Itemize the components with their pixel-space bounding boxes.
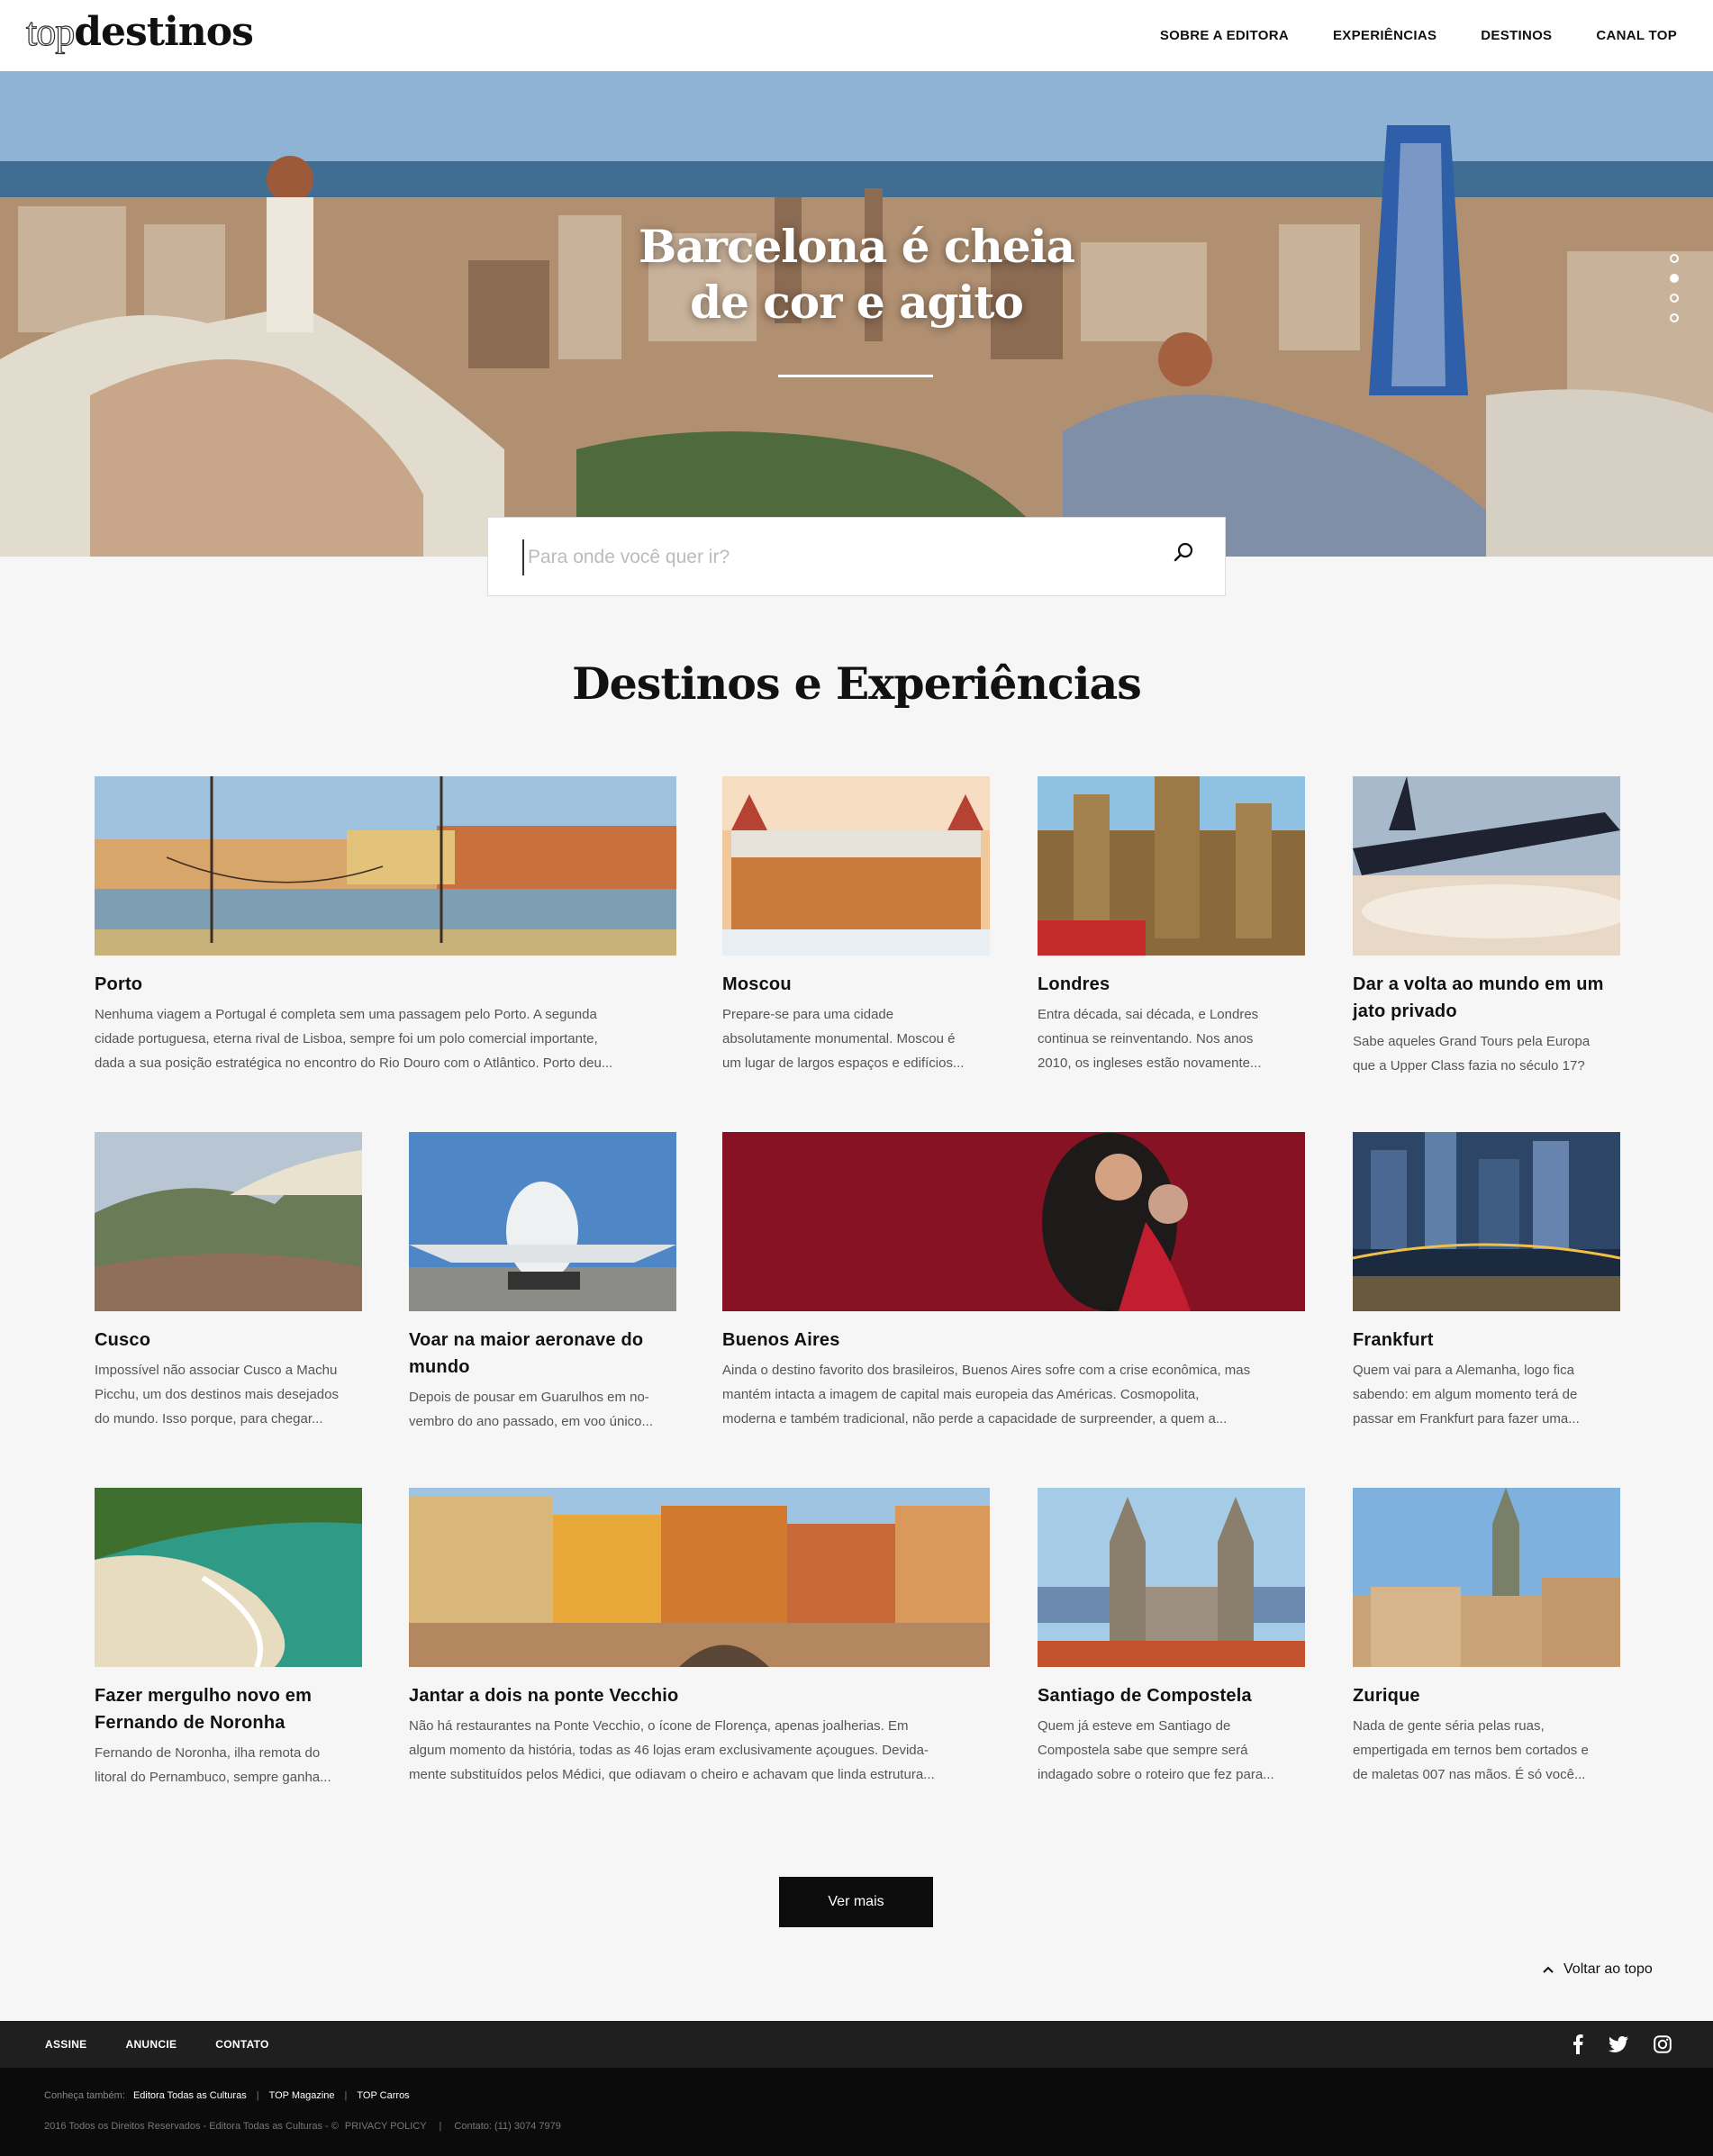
- card-image-noronha[interactable]: [95, 1488, 362, 1667]
- card-image-moscou[interactable]: [722, 776, 990, 956]
- card-desc: Nada de gente séria pelas ruas, empertig…: [1353, 1718, 1589, 1782]
- logo-top-text: top: [25, 9, 75, 54]
- card-desc: Sabe aqueles Grand Tours pela Europa que…: [1353, 1034, 1591, 1073]
- card-image-ponte-vecchio[interactable]: [409, 1488, 990, 1667]
- card-title[interactable]: Moscou: [722, 971, 990, 998]
- nav-experiencias[interactable]: EXPERIÊNCIAS: [1333, 28, 1437, 43]
- card-desc: Depois de pousar em Guarulhos em no- vem…: [409, 1390, 653, 1429]
- card-londres[interactable]: Londres Entra década, sai década, e Lond…: [1038, 776, 1305, 1075]
- card-image-aeronave[interactable]: [409, 1132, 676, 1311]
- nav-sobre-a-editora[interactable]: SOBRE A EDITORA: [1160, 28, 1289, 43]
- search-icon[interactable]: [1173, 541, 1194, 563]
- card-aeronave[interactable]: Voar na maior aeronave do mundo Depois d…: [409, 1132, 676, 1434]
- site-header: top destinos SOBRE A EDITORA EXPERIÊNCIAS…: [0, 0, 1713, 71]
- card-image-londres[interactable]: [1038, 776, 1305, 956]
- card-image-cusco[interactable]: [95, 1132, 362, 1311]
- card-moscou[interactable]: Moscou Prepare-se para uma cidade absolu…: [722, 776, 990, 1075]
- facebook-icon[interactable]: [1573, 2034, 1583, 2054]
- card-title[interactable]: Santiago de Compostela: [1038, 1682, 1305, 1709]
- footer-link-contato[interactable]: CONTATO: [215, 2038, 268, 2051]
- nav-canal-top[interactable]: CANAL TOP: [1596, 28, 1677, 43]
- main-nav: SOBRE A EDITORA EXPERIÊNCIAS DESTINOS CA…: [1160, 0, 1677, 71]
- footer-also-row: Conheça também: Editora Todas as Cultura…: [44, 2090, 410, 2101]
- footer-link-assine[interactable]: ASSINE: [45, 2038, 86, 2051]
- footer-bottom-bar: Conheça também: Editora Todas as Cultura…: [0, 2068, 1713, 2156]
- hero-banner: Barcelona é cheia de cor e agito: [0, 71, 1713, 557]
- footer-contact: Contato: (11) 3074 7979: [454, 2121, 561, 2132]
- logo-destinos-text: destinos: [74, 9, 254, 55]
- card-title[interactable]: Voar na maior aeronave do mundo: [409, 1327, 676, 1381]
- card-image-porto[interactable]: [95, 776, 676, 956]
- footer-link-top-carros[interactable]: TOP Carros: [357, 2090, 409, 2101]
- twitter-icon[interactable]: [1609, 2036, 1628, 2052]
- card-desc: Nenhuma viagem a Portugal é completa sem…: [95, 1007, 613, 1071]
- card-title[interactable]: Londres: [1038, 971, 1305, 998]
- site-logo[interactable]: top destinos: [25, 9, 254, 59]
- footer-link-top-magazine[interactable]: TOP Magazine: [269, 2090, 335, 2101]
- card-title[interactable]: Jantar a dois na ponte Vecchio: [409, 1682, 990, 1709]
- chevron-up-icon: [1543, 1966, 1554, 1973]
- slider-dot-1[interactable]: [1670, 254, 1679, 263]
- instagram-icon[interactable]: [1654, 2035, 1672, 2053]
- card-title[interactable]: Frankfurt: [1353, 1327, 1620, 1354]
- card-santiago[interactable]: Santiago de Compostela Quem já esteve em…: [1038, 1488, 1305, 1787]
- card-desc: Quem vai para a Alemanha, logo fica sabe…: [1353, 1363, 1580, 1427]
- card-porto[interactable]: Porto Nenhuma viagem a Portugal é comple…: [95, 776, 676, 1075]
- card-image-jato[interactable]: [1353, 776, 1620, 956]
- search-box: [487, 517, 1226, 596]
- card-buenos-aires[interactable]: Buenos Aires Ainda o destino favorito do…: [722, 1132, 1305, 1431]
- card-frankfurt[interactable]: Frankfurt Quem vai para a Alemanha, logo…: [1353, 1132, 1620, 1431]
- search-input[interactable]: [522, 539, 1153, 575]
- card-noronha[interactable]: Fazer mergulho novo em Fernando de Noron…: [95, 1488, 362, 1789]
- footer-link-anuncie[interactable]: ANUNCIE: [125, 2038, 177, 2051]
- slider-dot-2[interactable]: [1670, 274, 1679, 283]
- nav-destinos[interactable]: DESTINOS: [1481, 28, 1552, 43]
- card-desc: Não há restaurantes na Ponte Vecchio, o …: [409, 1718, 935, 1782]
- card-title[interactable]: Dar a volta ao mundo em um jato privado: [1353, 971, 1620, 1025]
- back-to-top-link[interactable]: Voltar ao topo: [1542, 1961, 1653, 1978]
- card-desc: Impossível não associar Cusco a Machu Pi…: [95, 1363, 339, 1427]
- hero-title-line2: de cor e agito: [690, 276, 1024, 329]
- card-image-santiago[interactable]: [1038, 1488, 1305, 1667]
- card-cusco[interactable]: Cusco Impossível não associar Cusco a Ma…: [95, 1132, 362, 1431]
- card-desc: Quem já esteve em Santiago de Compostela…: [1038, 1718, 1274, 1782]
- section-title: Destinos e Experiências: [572, 657, 1142, 710]
- card-title[interactable]: Porto: [95, 971, 676, 998]
- card-desc: Prepare-se para uma cidade absolutamente…: [722, 1007, 965, 1071]
- card-ponte-vecchio[interactable]: Jantar a dois na ponte Vecchio Não há re…: [409, 1488, 990, 1787]
- hero-title: Barcelona é cheia de cor e agito: [586, 219, 1127, 331]
- card-desc: Entra década, sai década, e Londres cont…: [1038, 1007, 1262, 1071]
- slider-dots: [1670, 254, 1679, 322]
- back-to-top-label: Voltar ao topo: [1563, 1961, 1653, 1977]
- privacy-policy-link[interactable]: PRIVACY POLICY: [345, 2121, 426, 2132]
- card-desc: Ainda o destino favorito dos brasileiros…: [722, 1363, 1251, 1427]
- card-jato-privado[interactable]: Dar a volta ao mundo em um jato privado …: [1353, 776, 1620, 1078]
- card-title[interactable]: Zurique: [1353, 1682, 1620, 1709]
- card-image-zurique[interactable]: [1353, 1488, 1620, 1667]
- footer-copyright-row: 2016 Todos os Direitos Reservados - Edit…: [44, 2121, 561, 2132]
- card-desc: Fernando de Noronha, ilha remota do lito…: [95, 1745, 331, 1785]
- hero-divider: [778, 375, 933, 377]
- slider-dot-4[interactable]: [1670, 313, 1679, 322]
- card-image-frankfurt[interactable]: [1353, 1132, 1620, 1311]
- hero-title-line1: Barcelona é cheia: [639, 220, 1075, 273]
- footer-top-bar: ASSINE ANUNCIE CONTATO: [0, 2021, 1713, 2068]
- card-title[interactable]: Fazer mergulho novo em Fernando de Noron…: [95, 1682, 362, 1736]
- card-image-buenos-aires[interactable]: [722, 1132, 1305, 1311]
- social-links: [1573, 2021, 1672, 2068]
- footer-links: ASSINE ANUNCIE CONTATO: [45, 2021, 269, 2068]
- card-title[interactable]: Cusco: [95, 1327, 362, 1354]
- footer-link-editora[interactable]: Editora Todas as Culturas: [133, 2090, 247, 2101]
- ver-mais-button[interactable]: Ver mais: [779, 1877, 933, 1927]
- card-zurique[interactable]: Zurique Nada de gente séria pelas ruas, …: [1353, 1488, 1620, 1787]
- slider-dot-3[interactable]: [1670, 294, 1679, 303]
- card-title[interactable]: Buenos Aires: [722, 1327, 1305, 1354]
